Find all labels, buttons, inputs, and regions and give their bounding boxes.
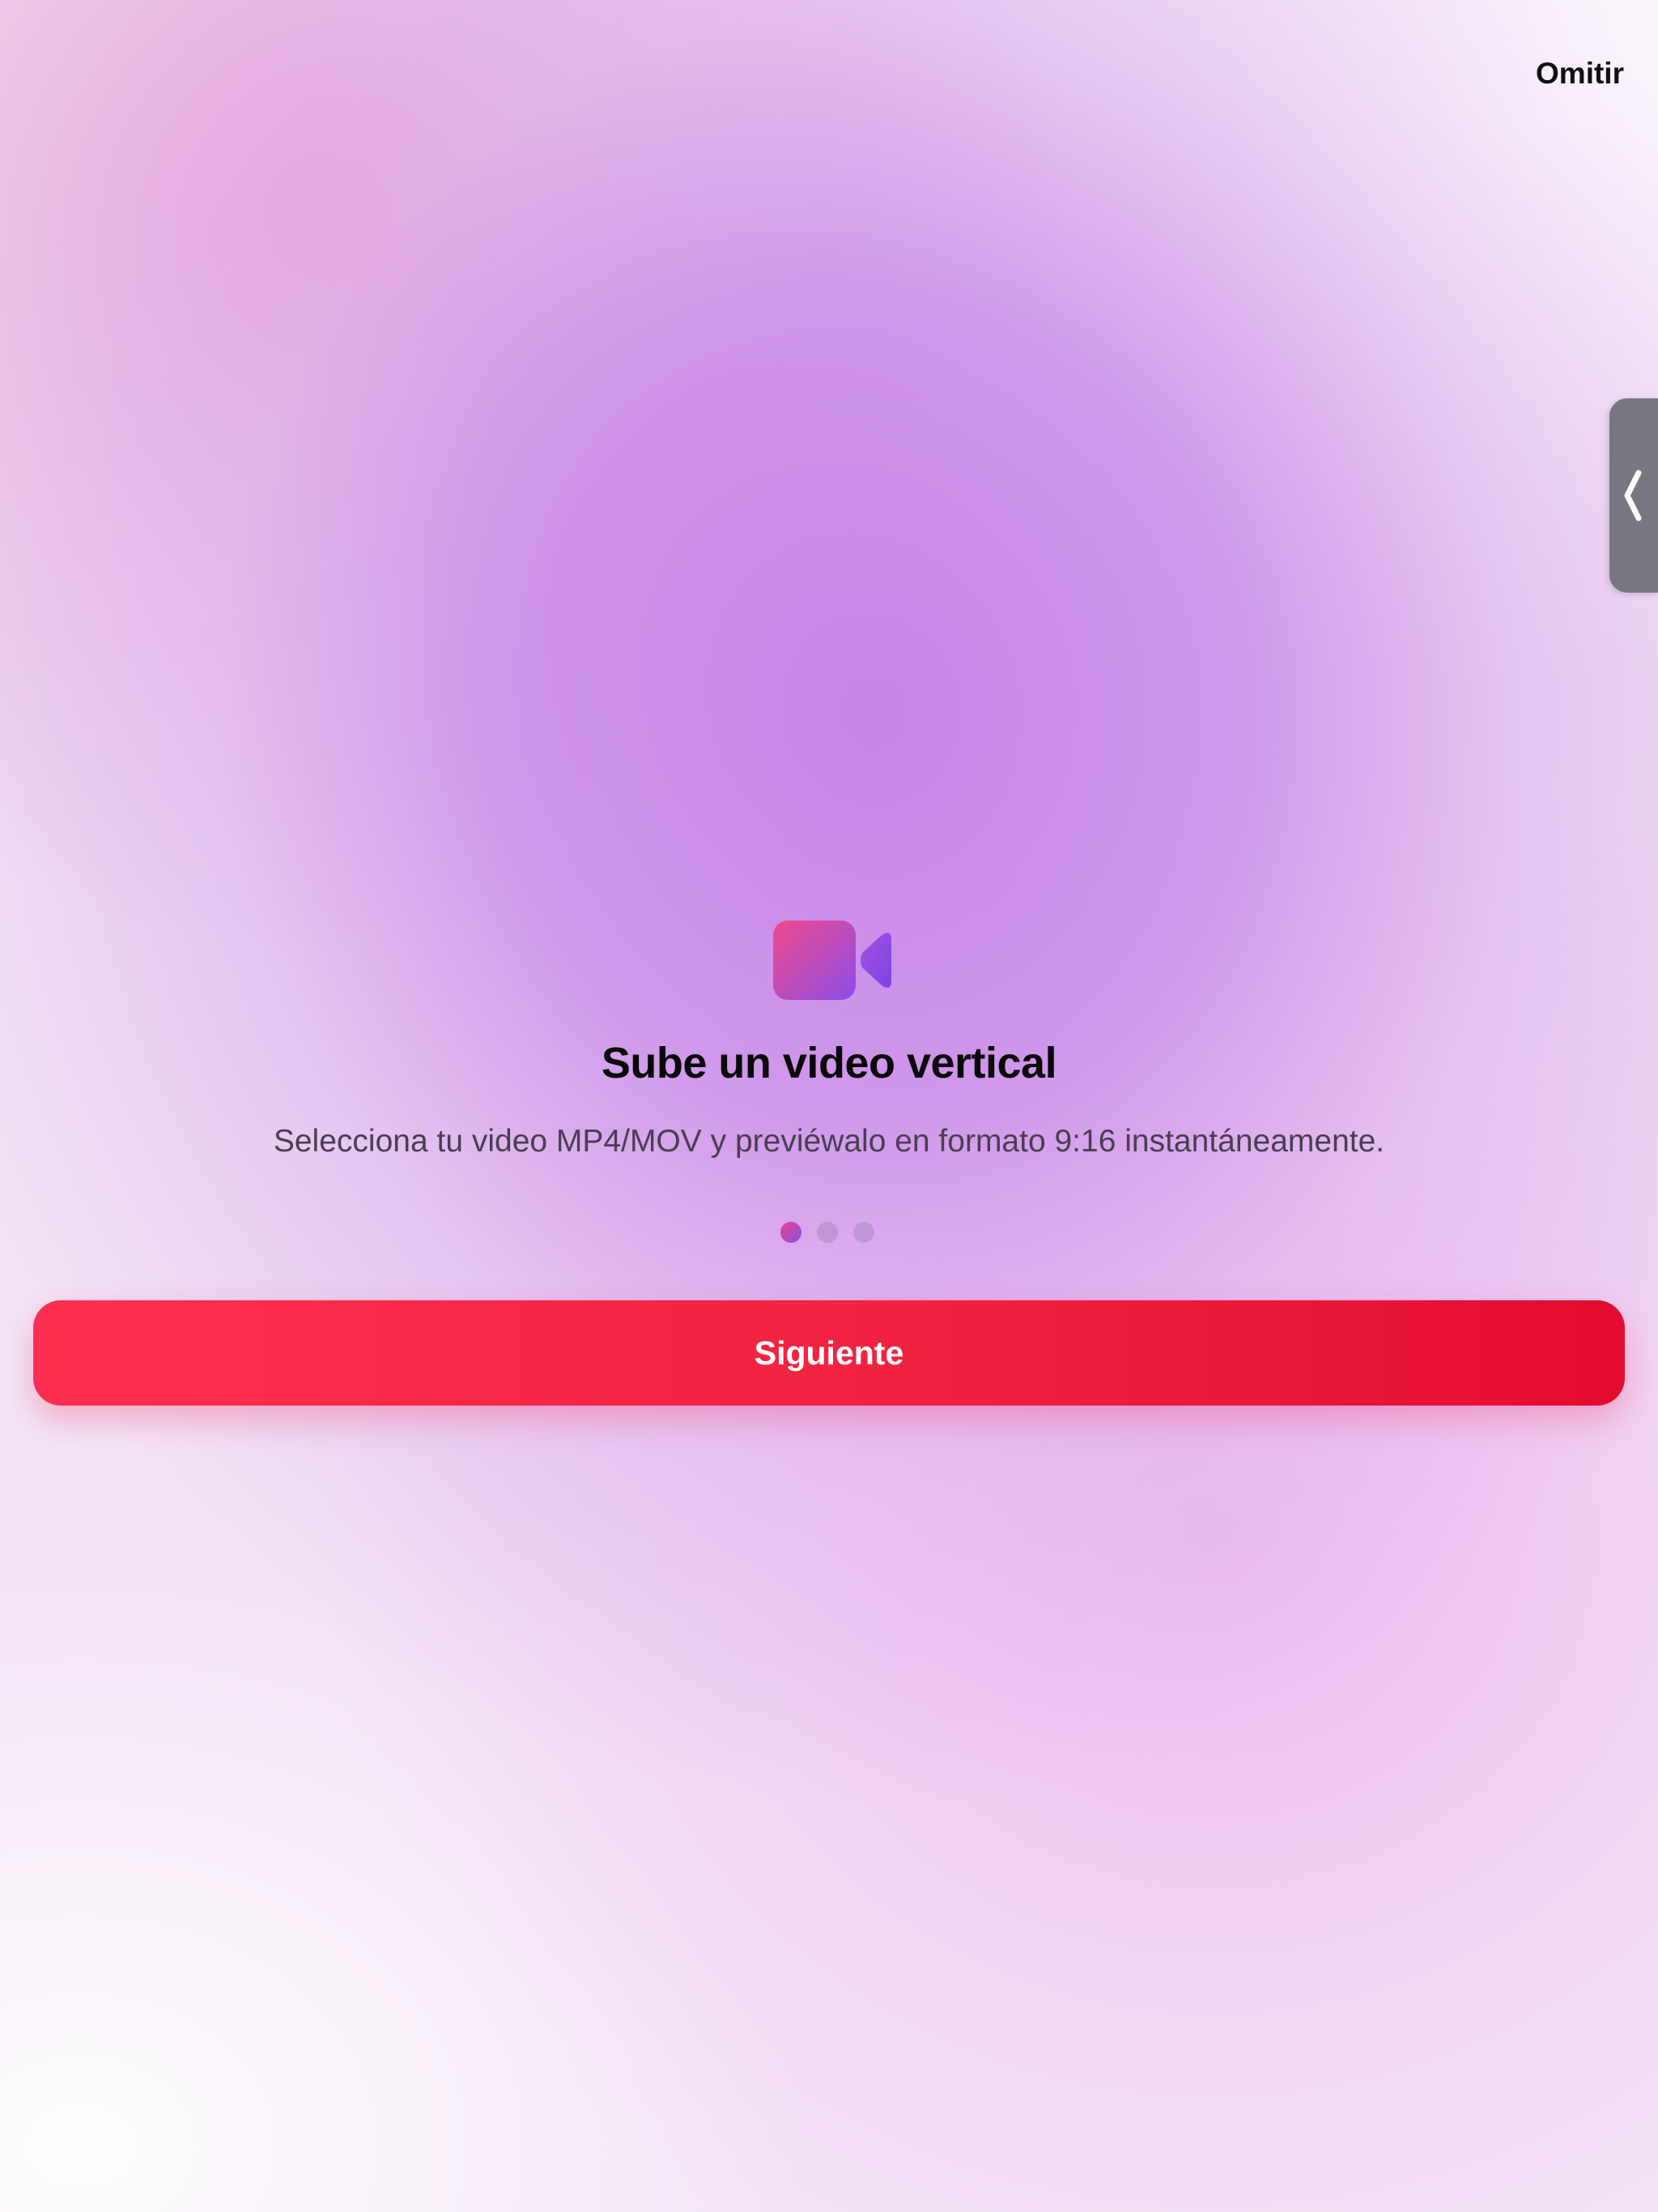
next-button[interactable]: Siguiente — [33, 1300, 1625, 1406]
chevron-left-icon — [1624, 470, 1642, 521]
onboarding-title: Sube un video vertical — [601, 1039, 1057, 1087]
next-button-label: Siguiente — [754, 1334, 904, 1372]
page-dot-1[interactable] — [780, 1222, 801, 1243]
page-dot-2[interactable] — [817, 1222, 838, 1243]
skip-button[interactable]: Omitir — [1536, 57, 1624, 91]
page-dot-3[interactable] — [853, 1222, 874, 1243]
background-gradient — [0, 0, 1658, 2212]
page-indicator[interactable] — [780, 1222, 874, 1243]
side-panel-handle[interactable] — [1609, 398, 1658, 593]
onboarding-description: Selecciona tu video MP4/MOV y previéwalo… — [273, 1124, 1385, 1159]
video-camera-icon — [773, 921, 891, 1000]
